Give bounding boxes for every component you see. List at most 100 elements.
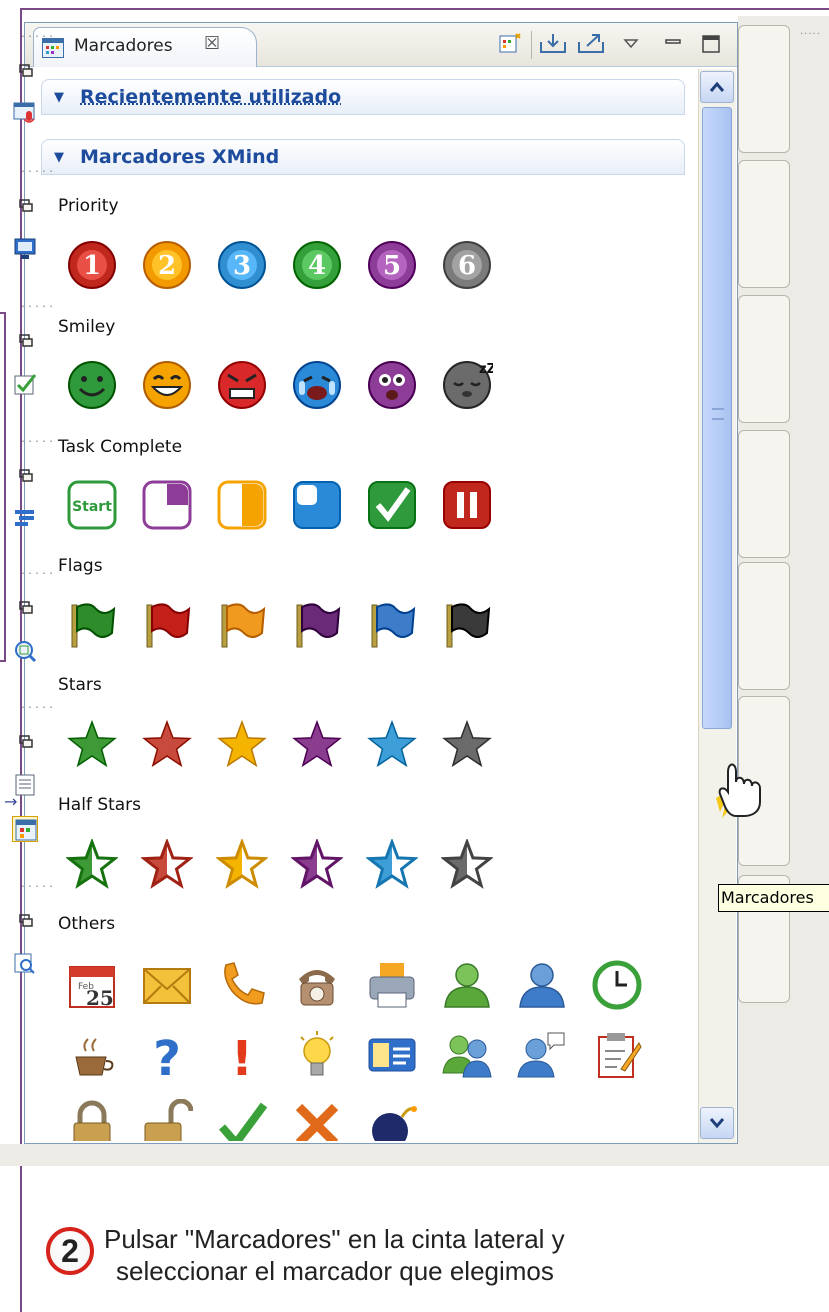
scroll-up-button[interactable]	[700, 71, 734, 103]
priority-5-icon[interactable]: 5	[366, 239, 418, 291]
svg-text:zZ: zZ	[479, 362, 493, 377]
scroll-down-button[interactable]	[700, 1107, 734, 1139]
user-green-icon[interactable]	[441, 959, 493, 1011]
lock-open-icon[interactable]	[141, 1098, 194, 1141]
star-red-icon[interactable]	[141, 719, 193, 771]
smiley-laugh-icon[interactable]	[141, 359, 193, 411]
question-icon[interactable]: ?	[141, 1029, 193, 1087]
import-icon[interactable]	[537, 29, 569, 59]
flag-purple-icon[interactable]	[291, 599, 343, 651]
marker-manage-icon[interactable]	[495, 29, 525, 59]
half-star-grey-icon[interactable]	[440, 837, 494, 891]
half-star-blue-icon[interactable]	[365, 837, 419, 891]
bomb-icon[interactable]	[366, 1099, 418, 1141]
priority-3-icon[interactable]: 3	[216, 239, 268, 291]
view-menu-icon[interactable]	[619, 29, 643, 59]
svg-text:5: 5	[383, 251, 401, 281]
star-purple-icon[interactable]	[291, 719, 343, 771]
task-quarter-icon[interactable]	[141, 479, 193, 531]
section-recent[interactable]: ▼ Recientemente utilizado	[41, 79, 685, 115]
restore-icon[interactable]	[12, 598, 38, 624]
user-speech-icon[interactable]	[516, 1029, 568, 1081]
minimize-icon[interactable]	[661, 29, 685, 59]
checkmark-icon[interactable]	[216, 1099, 268, 1141]
telephone-icon[interactable]	[291, 959, 343, 1011]
star-green-icon[interactable]	[66, 719, 118, 771]
flag-green-icon[interactable]	[66, 599, 118, 651]
task-3quarter-icon[interactable]	[291, 479, 343, 531]
exclamation-icon[interactable]: !	[216, 1029, 268, 1087]
presentation-audio-icon[interactable]	[12, 101, 38, 127]
export-icon[interactable]	[575, 29, 607, 59]
task-check-icon[interactable]	[12, 371, 38, 397]
flag-red-icon[interactable]	[141, 599, 193, 651]
trim-grip-dots[interactable]: .....	[20, 566, 55, 577]
smiley-angry-icon[interactable]	[216, 359, 268, 411]
restore-icon[interactable]	[12, 466, 38, 492]
markers-trim-icon[interactable]	[12, 816, 38, 842]
clipboard-icon[interactable]	[591, 1029, 643, 1081]
markers-content: ▼ Recientemente utilizado ▼ Marcadores X…	[26, 69, 698, 1141]
star-yellow-icon[interactable]	[216, 719, 268, 771]
category-label-priority: Priority	[58, 196, 119, 216]
svg-text:3: 3	[233, 251, 251, 281]
star-grey-icon[interactable]	[441, 719, 493, 771]
task-pause-icon[interactable]	[441, 479, 493, 531]
vertical-scrollbar[interactable]	[698, 69, 736, 1143]
phone-icon[interactable]	[216, 959, 268, 1011]
restore-icon[interactable]	[12, 331, 38, 357]
half-star-red-icon[interactable]	[140, 837, 194, 891]
smiley-sleep-icon[interactable]: zZ	[441, 359, 496, 411]
category-label-stars: Stars	[58, 675, 102, 695]
half-star-purple-icon[interactable]	[290, 837, 344, 891]
trim-group	[738, 295, 790, 423]
task-start-icon[interactable]: Start	[66, 479, 118, 531]
task-done-icon[interactable]	[366, 479, 418, 531]
trim-grip-dots[interactable]: .....	[20, 879, 55, 890]
scroll-thumb[interactable]	[702, 107, 732, 729]
flag-blue-icon[interactable]	[366, 599, 418, 651]
half-star-yellow-icon[interactable]	[215, 837, 269, 891]
restore-icon[interactable]	[12, 61, 38, 87]
priority-2-icon[interactable]: 2	[141, 239, 193, 291]
task-half-icon[interactable]	[216, 479, 268, 531]
monitor-icon[interactable]	[12, 236, 38, 262]
restore-icon[interactable]	[12, 911, 38, 937]
star-blue-icon[interactable]	[366, 719, 418, 771]
restore-icon[interactable]	[12, 196, 38, 222]
flag-orange-icon[interactable]	[216, 599, 268, 651]
trim-grip-dots[interactable]: .....	[20, 299, 55, 310]
trim-grip-dots[interactable]: .....	[20, 700, 55, 711]
smiley-surprise-icon[interactable]	[366, 359, 418, 411]
cross-icon[interactable]	[291, 1099, 343, 1141]
id-card-icon[interactable]	[366, 1029, 418, 1081]
lock-closed-icon[interactable]	[66, 1099, 118, 1141]
user-blue-icon[interactable]	[516, 959, 568, 1011]
people-icon[interactable]	[441, 1029, 493, 1081]
lightbulb-icon[interactable]	[291, 1029, 343, 1081]
maximize-icon[interactable]	[697, 29, 725, 59]
priority-4-icon[interactable]: 4	[291, 239, 343, 291]
restore-icon[interactable]	[12, 732, 38, 758]
calendar-icon[interactable]: Feb 25	[66, 959, 118, 1011]
smiley-cry-icon[interactable]	[291, 359, 343, 411]
envelope-icon[interactable]	[141, 959, 193, 1011]
notes-icon[interactable]	[12, 772, 38, 798]
printer-icon[interactable]	[366, 959, 418, 1011]
section-xmind[interactable]: ▼ Marcadores XMind	[41, 139, 685, 175]
trim-grip-dots[interactable]: .....	[20, 434, 55, 445]
priority-1-icon[interactable]: 1	[66, 239, 118, 291]
smiley-smile-icon[interactable]	[66, 359, 118, 411]
priority-6-icon[interactable]: 6	[441, 239, 493, 291]
clock-icon[interactable]	[591, 959, 643, 1011]
flag-black-icon[interactable]	[441, 599, 493, 651]
coffee-icon[interactable]	[66, 1029, 118, 1081]
zoom-icon[interactable]	[12, 638, 38, 664]
trim-grip-dots[interactable]: .....	[20, 29, 55, 40]
tab-close-icon[interactable]: ☒	[204, 33, 220, 54]
outline-icon[interactable]	[12, 506, 38, 532]
markers-tab[interactable]: Marcadores ☒	[33, 27, 257, 67]
search-view-icon[interactable]	[12, 951, 38, 977]
half-star-green-icon[interactable]	[65, 837, 119, 891]
trim-grip-dots[interactable]: .....	[20, 164, 55, 175]
